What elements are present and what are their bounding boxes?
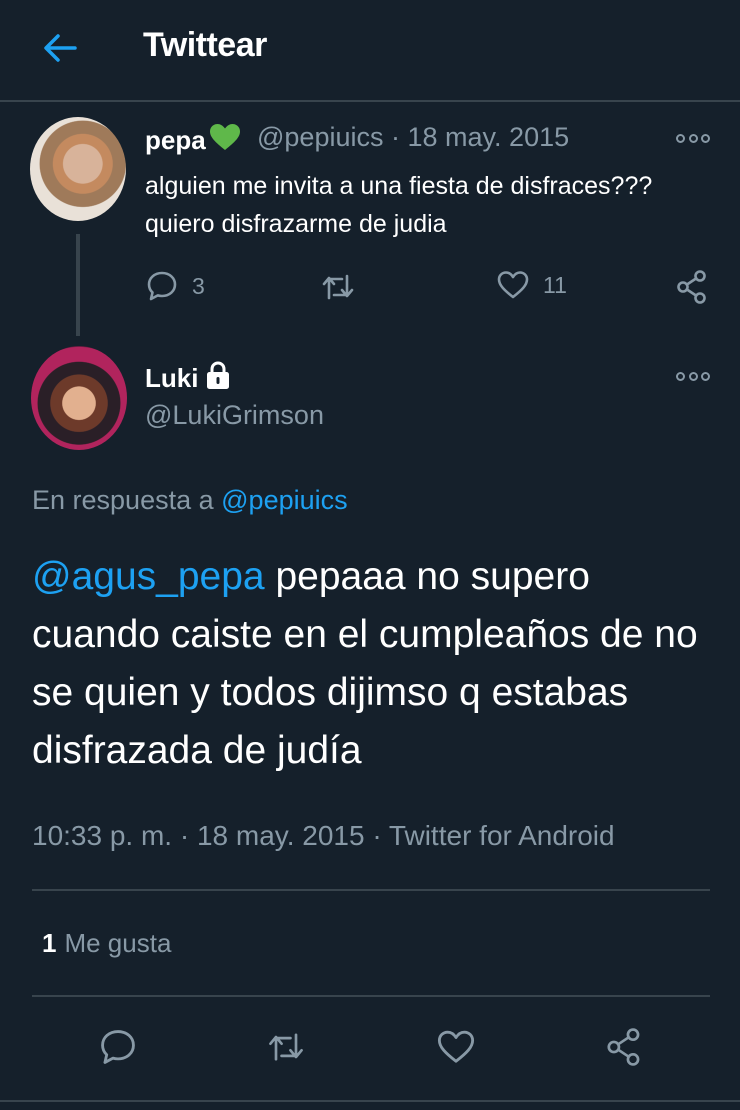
author-name[interactable]: Luki <box>145 360 232 397</box>
reply-icon <box>147 271 177 301</box>
likes-stat[interactable]: 1 Me gusta <box>42 928 171 959</box>
thread-connector <box>76 234 80 336</box>
divider <box>32 889 710 891</box>
parent-handle[interactable]: @pepiuics <box>257 122 383 152</box>
back-button[interactable] <box>40 28 80 68</box>
parent-like-count: 11 <box>543 271 567 298</box>
parent-tweet-text: alguien me invita a una fiesta de disfra… <box>145 172 653 238</box>
tweet-more-button[interactable] <box>676 368 710 384</box>
avatar-pepa[interactable] <box>30 117 126 221</box>
tweet-timestamp[interactable]: 10:33 p. m. · 18 may. 2015 · Twitter for… <box>32 820 615 852</box>
author-name-text: Luki <box>145 363 199 393</box>
likes-stat-label: Me gusta <box>64 928 172 958</box>
page-title: Twittear <box>143 26 267 64</box>
heart-icon <box>497 271 529 299</box>
green-heart-icon <box>209 123 241 158</box>
parent-more-button[interactable] <box>676 130 710 146</box>
reply-icon <box>101 1030 135 1064</box>
reply-to-link[interactable]: @pepiuics <box>221 485 347 515</box>
avatar-luki[interactable] <box>31 346 127 450</box>
lock-icon <box>204 360 232 397</box>
author-handle[interactable]: @LukiGrimson <box>145 400 324 431</box>
parent-reply-count: 3 <box>192 272 205 299</box>
parent-author-name-text: pepa <box>145 125 206 155</box>
top-bar: Twittear <box>0 0 740 102</box>
parent-like-button[interactable]: 11 <box>497 270 567 300</box>
retweet-icon <box>269 1033 303 1061</box>
parent-share-button[interactable] <box>676 270 708 304</box>
likes-stat-count: 1 <box>42 928 57 958</box>
parent-reply-button[interactable]: 3 <box>146 270 205 302</box>
like-button[interactable] <box>436 1027 476 1067</box>
parent-author-name[interactable]: pepa <box>145 123 241 158</box>
retweet-icon <box>322 274 354 300</box>
parent-date[interactable]: 18 may. 2015 <box>408 122 570 152</box>
tweet-text: @agus_pepa pepaaa no supero cuando caist… <box>32 548 722 780</box>
meta-separator: · <box>391 122 400 152</box>
reply-prefix: En respuesta a <box>32 485 214 515</box>
heart-icon <box>437 1030 475 1063</box>
bottom-divider <box>0 1100 740 1102</box>
share-icon <box>677 270 706 304</box>
reply-button[interactable] <box>98 1027 138 1067</box>
mention-link[interactable]: @agus_pepa <box>32 555 265 598</box>
divider <box>32 995 710 997</box>
arrow-left-icon <box>44 34 77 62</box>
reply-context: En respuesta a @pepiuics <box>32 485 348 516</box>
parent-meta: @pepiuics · 18 may. 2015 <box>257 122 569 153</box>
retweet-button[interactable] <box>266 1027 306 1067</box>
parent-retweet-button[interactable] <box>320 272 356 302</box>
share-button[interactable] <box>604 1027 644 1067</box>
share-icon <box>607 1028 640 1066</box>
